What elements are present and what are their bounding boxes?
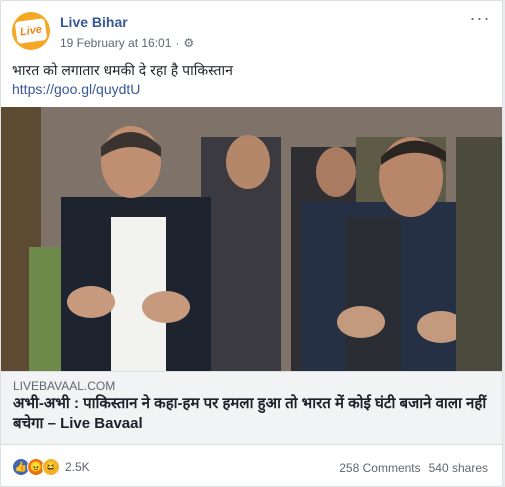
post-text: भारत को लगातार धमकी दे रहा है पाकिस्तान bbox=[12, 62, 233, 78]
page-avatar[interactable]: Live bbox=[12, 12, 50, 50]
post-meta: 19 February at 16:01 · ⚙ bbox=[60, 36, 194, 50]
post-card: Live Live Bihar 19 February at 16:01 · ⚙… bbox=[0, 0, 503, 487]
page-name-link[interactable]: Live Bihar bbox=[60, 14, 128, 30]
engagement-counts: 258 Comments 540 shares bbox=[339, 461, 488, 475]
photo-illustration bbox=[1, 107, 502, 371]
comments-count[interactable]: 258 Comments bbox=[339, 461, 420, 475]
shares-count[interactable]: 540 shares bbox=[429, 461, 488, 475]
post-link[interactable]: https://goo.gl/quydtU bbox=[12, 81, 140, 97]
link-title[interactable]: अभी-अभी : पाकिस्तान ने कहा-हम पर हमला हु… bbox=[13, 394, 493, 434]
link-preview-box[interactable]: LIVEBAVAAL.COM अभी-अभी : पाकिस्तान ने कह… bbox=[1, 371, 502, 445]
link-domain: LIVEBAVAAL.COM bbox=[13, 379, 116, 393]
gear-icon[interactable]: ⚙ bbox=[183, 36, 194, 50]
live-bihar-logo-icon: Live bbox=[14, 18, 48, 44]
reactions-summary[interactable]: 👍 😠 😆 2.5K bbox=[12, 458, 90, 476]
more-options-icon[interactable]: ··· bbox=[468, 9, 492, 31]
reaction-count: 2.5K bbox=[65, 460, 90, 474]
haha-icon: 😆 bbox=[42, 458, 60, 476]
post-timestamp[interactable]: 19 February at 16:01 bbox=[60, 36, 171, 50]
meta-separator: · bbox=[175, 36, 180, 50]
link-preview-image[interactable] bbox=[1, 107, 502, 371]
avatar-logo-text: Live bbox=[19, 23, 43, 39]
